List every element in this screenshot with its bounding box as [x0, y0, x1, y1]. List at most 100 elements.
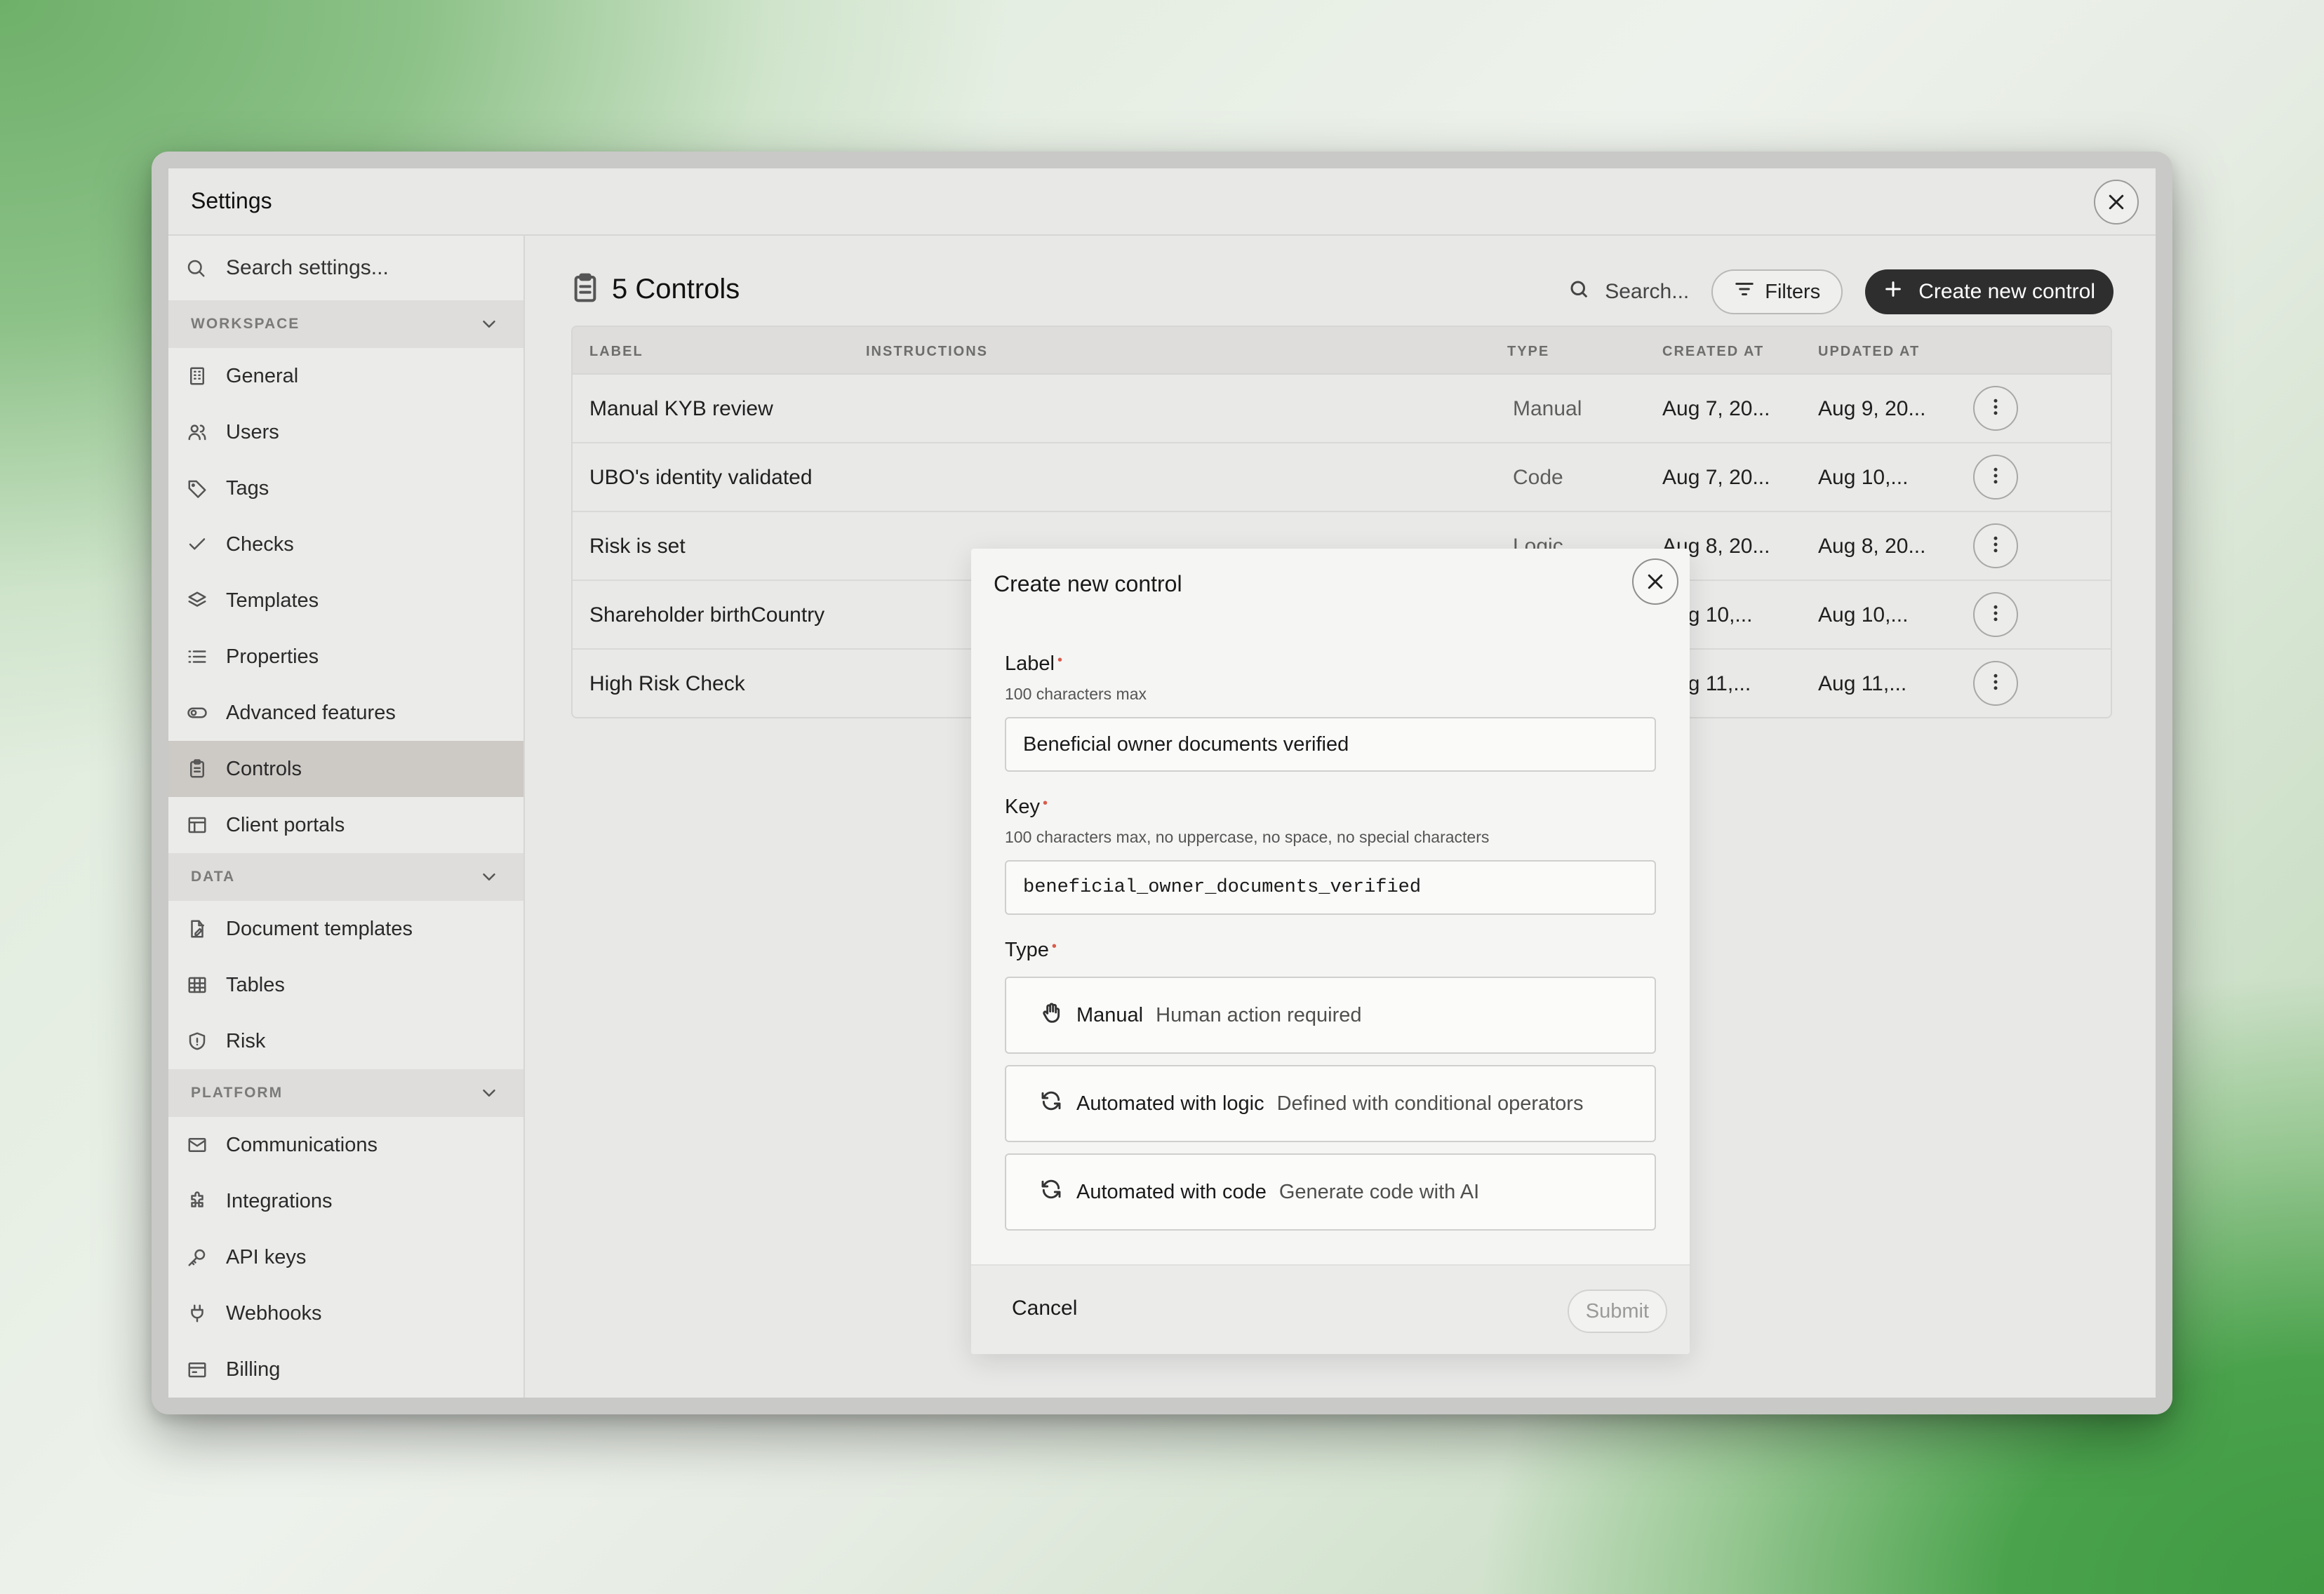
sidebar-item-label: Communications [226, 1133, 378, 1156]
sidebar-item-api-keys[interactable]: API keys [168, 1229, 523, 1285]
clipboard-icon [571, 272, 599, 307]
sidebar-item-properties[interactable]: Properties [168, 629, 523, 685]
table-row[interactable]: UBO's identity validated Code Aug 7, 20.… [573, 443, 2111, 512]
sidebar-item-webhooks[interactable]: Webhooks [168, 1285, 523, 1341]
sidebar-item-checks[interactable]: Checks [168, 516, 523, 572]
section-workspace[interactable]: WORKSPACE [168, 300, 523, 348]
sidebar-item-controls[interactable]: Controls [168, 741, 523, 797]
sidebar-item-label: Client portals [226, 813, 345, 836]
chevron-down-icon [479, 314, 500, 335]
key-icon [187, 1247, 208, 1268]
sidebar-item-label: Templates [226, 589, 319, 612]
dialog-footer: Cancel Submit [971, 1264, 1690, 1354]
dialog-close-button[interactable] [1632, 558, 1678, 605]
row-created-at: Aug 7, 20... [1662, 466, 1770, 489]
sidebar-item-client-portals[interactable]: Client portals [168, 797, 523, 853]
sidebar-item-label: Controls [226, 757, 302, 780]
section-data[interactable]: DATA [168, 853, 523, 901]
section-label: PLATFORM [191, 1085, 283, 1101]
type-option-name: Manual [1076, 1003, 1144, 1026]
key-field-label: Key • [1005, 796, 1048, 819]
row-created-at: Aug 7, 20... [1662, 397, 1770, 420]
row-actions-button[interactable] [1973, 386, 2018, 431]
cancel-button[interactable]: Cancel [1012, 1297, 1077, 1320]
table-icon [187, 975, 208, 996]
settings-window-frame: Settings Search settings... WORKSPACE Ge… [152, 152, 2172, 1414]
filters-button[interactable]: Filters [1711, 269, 1843, 314]
controls-search[interactable]: Search... [1568, 279, 1689, 305]
sidebar-item-templates[interactable]: Templates [168, 572, 523, 629]
window-header: Settings [168, 168, 2156, 236]
type-option-name: Automated with code [1076, 1180, 1267, 1203]
row-actions-button[interactable] [1973, 661, 2018, 706]
create-button-label: Create new control [1918, 280, 2095, 303]
more-vertical-icon [1985, 671, 2006, 696]
sidebar-item-label: Webhooks [226, 1301, 322, 1325]
check-icon [187, 534, 208, 555]
sidebar-item-general[interactable]: General [168, 348, 523, 404]
refresh-icon [1040, 1090, 1062, 1118]
sidebar-item-label: Integrations [226, 1189, 333, 1212]
sidebar-item-label: Properties [226, 645, 319, 668]
hand-icon [1040, 1001, 1062, 1029]
type-field-label: Type • [1005, 939, 1057, 962]
type-field-title: Type [1005, 939, 1049, 961]
sidebar-item-document-templates[interactable]: Document templates [168, 901, 523, 957]
plus-icon [1883, 279, 1903, 304]
shield-icon [187, 1031, 208, 1052]
label-field-label: Label • [1005, 652, 1062, 676]
more-vertical-icon [1985, 534, 2006, 558]
row-actions-button[interactable] [1973, 523, 2018, 568]
table-row[interactable]: Manual KYB review Manual Aug 7, 20... Au… [573, 375, 2111, 443]
section-platform[interactable]: PLATFORM [168, 1069, 523, 1117]
sidebar-item-tables[interactable]: Tables [168, 957, 523, 1013]
layout-icon [187, 815, 208, 836]
sidebar-item-tags[interactable]: Tags [168, 460, 523, 516]
row-label: Risk is set [589, 535, 686, 558]
mail-icon [187, 1134, 208, 1156]
more-vertical-icon [1985, 603, 2006, 627]
sidebar-item-users[interactable]: Users [168, 404, 523, 460]
label-field-title: Label [1005, 652, 1055, 675]
sidebar-search[interactable]: Search settings... [168, 236, 523, 300]
wallet-icon [187, 1359, 208, 1380]
list-icon [187, 646, 208, 667]
row-label: UBO's identity validated [589, 466, 813, 489]
window-close-button[interactable] [2094, 180, 2139, 225]
plug-icon [187, 1303, 208, 1324]
sidebar-item-communications[interactable]: Communications [168, 1117, 523, 1173]
column-header-instructions[interactable]: INSTRUCTIONS [866, 344, 988, 360]
row-updated-at: Aug 9, 20... [1818, 397, 1926, 420]
create-new-control-button[interactable]: Create new control [1865, 269, 2113, 314]
column-header-created-at[interactable]: CREATED AT [1662, 344, 1764, 360]
required-indicator: • [1051, 939, 1057, 954]
sidebar-item-integrations[interactable]: Integrations [168, 1173, 523, 1229]
sidebar-item-label: General [226, 364, 299, 387]
dialog-title: Create new control [994, 571, 1182, 596]
create-control-dialog: Create new control Label • 100 characters… [971, 549, 1690, 1354]
sidebar-item-label: Tables [226, 973, 285, 996]
settings-window: Settings Search settings... WORKSPACE Ge… [168, 168, 2156, 1398]
sidebar-item-risk[interactable]: Risk [168, 1013, 523, 1069]
sidebar-search-input[interactable]: Search settings... [226, 256, 389, 280]
row-actions-button[interactable] [1973, 592, 2018, 637]
label-input[interactable]: Beneficial owner documents verified [1005, 717, 1656, 772]
type-option-automated-logic[interactable]: Automated with logic Defined with condit… [1005, 1065, 1656, 1142]
controls-search-input[interactable]: Search... [1605, 280, 1689, 304]
key-input[interactable]: beneficial_owner_documents_verified [1005, 860, 1656, 915]
column-header-updated-at[interactable]: UPDATED AT [1818, 344, 1920, 360]
sidebar-item-billing[interactable]: Billing [168, 1341, 523, 1398]
sidebar-item-label: Users [226, 420, 279, 443]
row-actions-button[interactable] [1973, 455, 2018, 500]
type-option-manual[interactable]: Manual Human action required [1005, 977, 1656, 1054]
building-icon [187, 366, 208, 387]
label-field-hint: 100 characters max [1005, 685, 1147, 703]
sidebar-item-advanced-features[interactable]: Advanced features [168, 685, 523, 741]
sidebar-item-label: Document templates [226, 917, 413, 940]
row-updated-at: Aug 8, 20... [1818, 535, 1926, 558]
type-option-automated-code[interactable]: Automated with code Generate code with A… [1005, 1153, 1656, 1231]
submit-button[interactable]: Submit [1567, 1290, 1667, 1333]
page-title: 5 Controls [571, 272, 740, 307]
column-header-type[interactable]: TYPE [1507, 344, 1549, 360]
column-header-label[interactable]: LABEL [589, 344, 643, 360]
